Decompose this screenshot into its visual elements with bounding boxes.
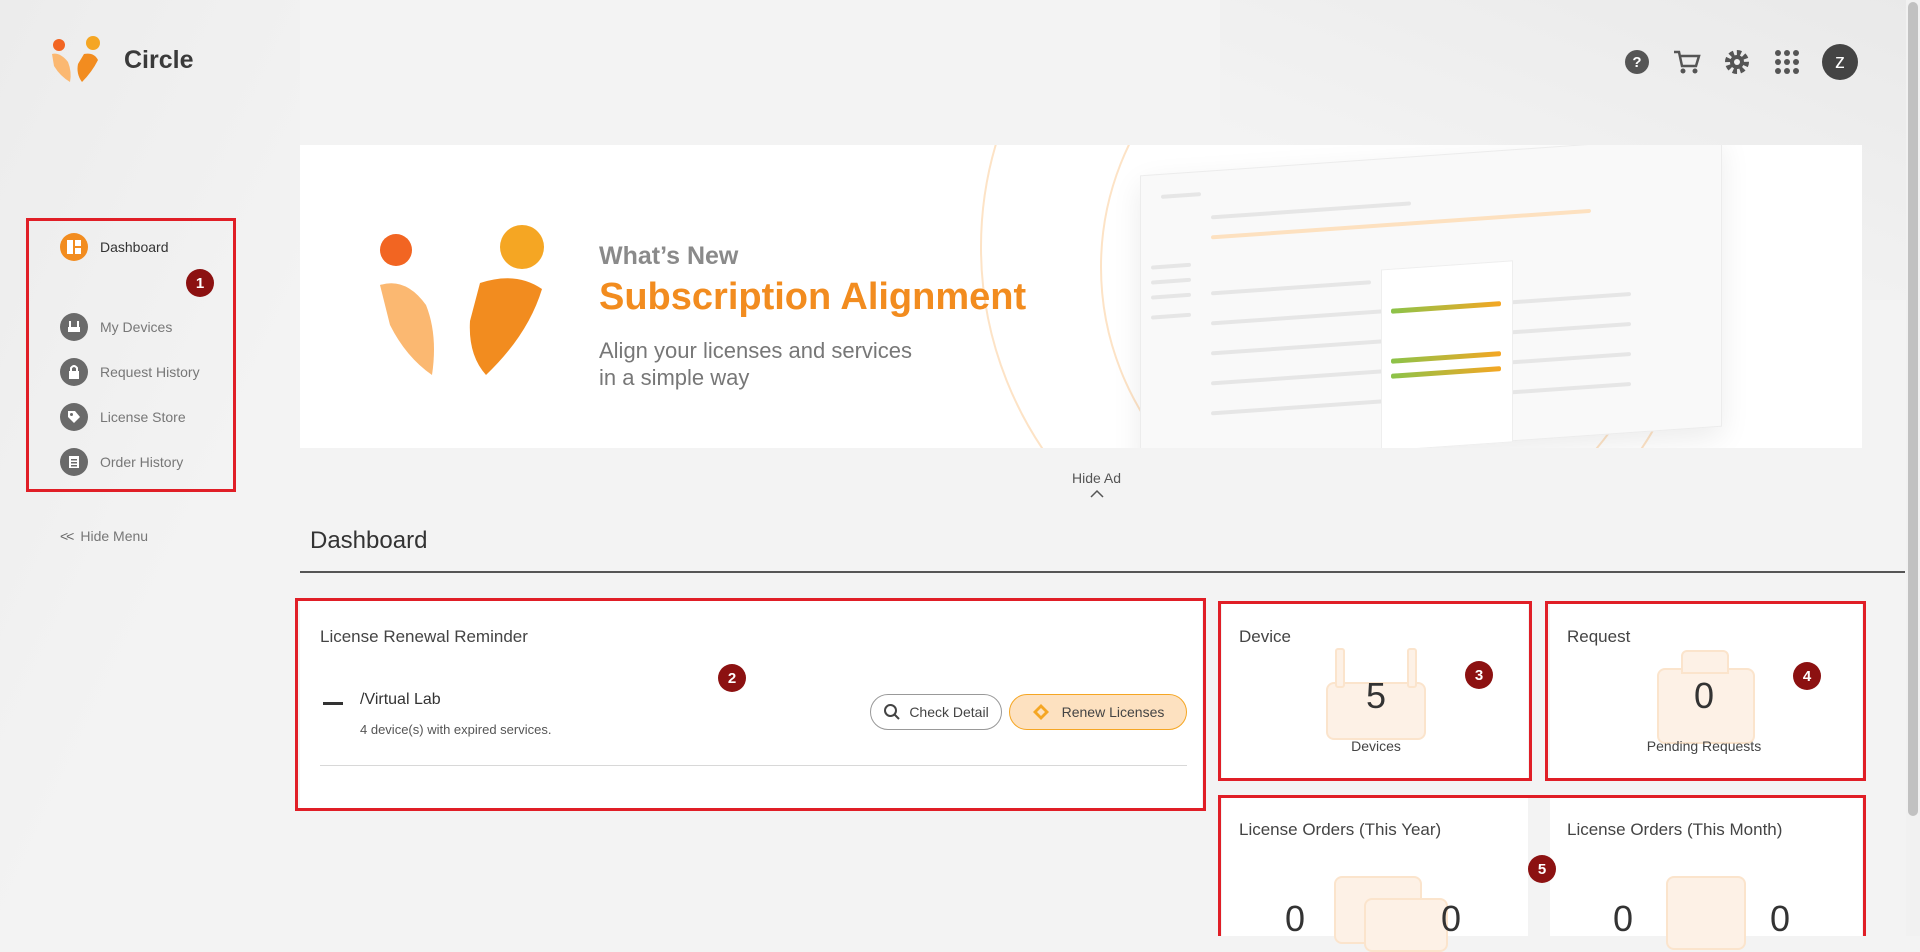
apps-button[interactable] (1772, 47, 1802, 77)
sidebar-item-label: Dashboard (100, 239, 169, 255)
renew-licenses-button[interactable]: Renew Licenses (1009, 694, 1187, 730)
lock-icon (60, 358, 88, 386)
sidebar-item-order-history[interactable]: Order History (60, 448, 183, 476)
orders-month-value-b: 0 (1769, 898, 1791, 939)
device-card-title: Device (1239, 627, 1291, 646)
annotation-marker-4: 4 (1793, 662, 1821, 690)
request-card-title: Request (1567, 627, 1631, 646)
banner-subtitle: Align your licenses and services in a si… (599, 337, 912, 391)
device-count: 5 (1365, 675, 1387, 716)
banner-subtitle-line: in a simple way (599, 365, 750, 390)
collapse-icon[interactable] (323, 702, 343, 705)
svg-text:?: ? (1632, 54, 1641, 71)
dashboard-icon (60, 233, 88, 261)
whats-new-banner[interactable]: What’s New Subscription Alignment Align … (300, 145, 1862, 448)
divider (320, 765, 1187, 766)
settings-button[interactable] (1722, 47, 1752, 77)
circle-logo-icon (52, 36, 100, 82)
renew-diamond-icon (1032, 704, 1049, 720)
hide-menu-label: Hide Menu (80, 528, 149, 544)
sidebar-item-label: My Devices (100, 319, 173, 335)
orders-month-value-a: 0 (1612, 898, 1634, 939)
banner-subtitle-line: Align your licenses and services (599, 338, 913, 363)
user-avatar[interactable]: z (1822, 44, 1858, 80)
org-name: /Virtual Lab (360, 691, 441, 708)
device-count-label: Devices (1351, 738, 1401, 754)
check-detail-button[interactable]: Check Detail (870, 694, 1002, 730)
pending-request-label: Pending Requests (1646, 738, 1762, 754)
double-chevron-left-icon: << (60, 528, 74, 544)
hide-ad-label: Hide Ad (1072, 470, 1122, 486)
help-button[interactable]: ? (1622, 47, 1652, 77)
sidebar-item-dashboard[interactable]: Dashboard (60, 233, 169, 261)
cart-icon (1674, 50, 1701, 74)
list-icon (60, 448, 88, 476)
header-toolbar: ? z (1622, 44, 1858, 80)
annotation-marker-1: 1 (186, 269, 214, 297)
page-scrollbar[interactable] (1906, 0, 1920, 936)
orders-illustration-icon (1666, 876, 1746, 950)
scrollbar-thumb[interactable] (1908, 2, 1918, 816)
apps-grid-icon (1775, 50, 1799, 74)
annotation-marker-5: 5 (1528, 855, 1556, 883)
tag-icon (60, 403, 88, 431)
chevron-up-icon (1089, 489, 1104, 498)
renewal-title: License Renewal Reminder (320, 627, 528, 646)
cart-button[interactable] (1672, 47, 1702, 77)
sidebar-item-label: Request History (100, 364, 200, 380)
annotation-marker-2: 2 (718, 664, 746, 692)
sidebar-item-request-history[interactable]: Request History (60, 358, 200, 386)
banner-kicker: What’s New (599, 242, 739, 270)
briefcase-handle-icon (1681, 650, 1729, 674)
renew-licenses-label: Renew Licenses (1061, 704, 1165, 720)
circle-brand-icon (380, 225, 544, 375)
sidebar-item-label: License Store (100, 409, 186, 425)
search-icon (884, 704, 901, 720)
orders-month-title: License Orders (This Month) (1567, 820, 1783, 839)
sidebar-item-label: Order History (100, 454, 184, 470)
hide-ad-button[interactable]: Hide Ad (1072, 470, 1121, 502)
divider (300, 571, 1905, 573)
pending-request-count: 0 (1693, 675, 1715, 716)
product-screenshot-illustration (1140, 145, 1722, 448)
orders-year-title: License Orders (This Year) (1239, 820, 1442, 839)
sidebar-item-my-devices[interactable]: My Devices (60, 313, 172, 341)
page-title: Dashboard (310, 527, 428, 554)
check-detail-label: Check Detail (909, 704, 989, 720)
help-icon: ? (1625, 50, 1649, 74)
hide-menu-button[interactable]: << Hide Menu (60, 528, 148, 544)
settings-icon (1725, 50, 1749, 74)
orders-year-value-a: 0 (1284, 898, 1306, 939)
annotation-marker-3: 3 (1465, 661, 1493, 689)
app-name: Circle (124, 45, 194, 74)
banner-title: Subscription Alignment (599, 276, 1027, 318)
router-icon (60, 313, 88, 341)
expired-services-text: 4 device(s) with expired services. (360, 722, 552, 737)
orders-year-value-b: 0 (1440, 898, 1462, 939)
app-logo[interactable]: Circle (50, 36, 193, 84)
sidebar-item-license-store[interactable]: License Store (60, 403, 186, 431)
